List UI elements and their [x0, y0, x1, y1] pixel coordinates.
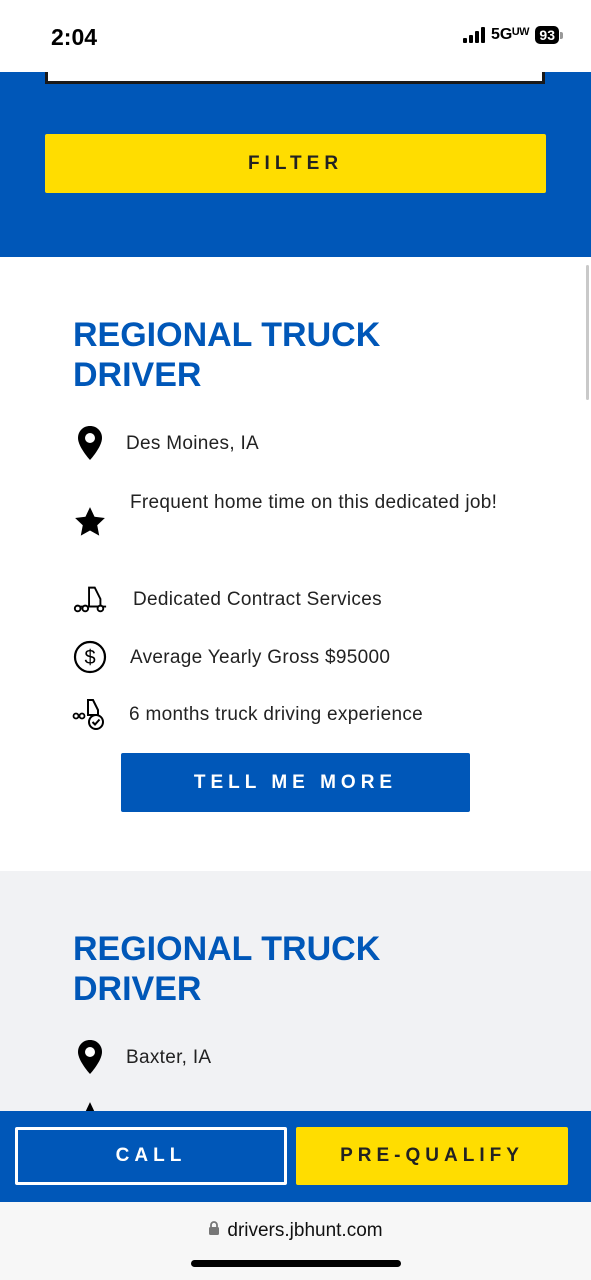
job-experience-row: 6 months truck driving experience	[72, 696, 423, 734]
job-card: REGIONAL TRUCK DRIVER Des Moines, IA Fre…	[0, 257, 591, 871]
status-bar: 2:04 5Gᵁᵂ 93	[0, 0, 591, 72]
status-time: 2:04	[51, 24, 98, 50]
tell-me-more-button[interactable]: TELL ME MORE	[121, 753, 470, 812]
star-icon	[72, 504, 108, 540]
job-location: Des Moines, IA	[126, 433, 260, 454]
lock-icon	[208, 1220, 220, 1242]
location-pin-icon	[72, 1039, 108, 1075]
browser-url-bar: drivers.jbhunt.com	[0, 1202, 591, 1280]
job-home-time-row: Frequent home time on this dedicated job…	[72, 484, 512, 540]
job-card: REGIONAL TRUCK DRIVER Baxter, IA	[0, 871, 591, 1131]
job-title[interactable]: REGIONAL TRUCK DRIVER	[73, 315, 493, 395]
dollar-icon: $	[72, 639, 108, 675]
filter-input[interactable]	[45, 72, 545, 84]
job-division-row: Dedicated Contract Services	[72, 581, 382, 619]
svg-text:$: $	[84, 647, 95, 669]
truck-check-icon	[72, 696, 108, 732]
bottom-action-bar: CALL PRE-QUALIFY	[0, 1111, 591, 1202]
call-button[interactable]: CALL	[15, 1127, 287, 1185]
job-home-time: Frequent home time on this dedicated job…	[130, 492, 498, 513]
pre-qualify-button[interactable]: PRE-QUALIFY	[296, 1127, 568, 1185]
location-pin-icon	[72, 425, 108, 461]
truck-icon	[72, 581, 108, 617]
job-title[interactable]: REGIONAL TRUCK DRIVER	[73, 929, 493, 1009]
status-icons: 5Gᵁᵂ 93	[462, 26, 563, 44]
job-location: Baxter, IA	[126, 1047, 212, 1068]
battery-level: 93	[535, 26, 559, 44]
page-scrollbar[interactable]	[586, 265, 589, 400]
url-text: drivers.jbhunt.com	[227, 1220, 383, 1241]
job-division: Dedicated Contract Services	[133, 589, 382, 610]
filter-button[interactable]: FILTER	[45, 134, 546, 193]
home-indicator[interactable]	[191, 1260, 401, 1267]
url-display[interactable]: drivers.jbhunt.com	[0, 1220, 591, 1242]
job-pay-row: $ Average Yearly Gross $95000	[72, 639, 390, 677]
job-location-row: Des Moines, IA	[72, 425, 259, 463]
job-location-row: Baxter, IA	[72, 1039, 211, 1077]
battery-icon: 93	[535, 26, 563, 44]
job-experience: 6 months truck driving experience	[129, 704, 423, 725]
network-label: 5Gᵁᵂ	[490, 26, 530, 43]
job-pay: Average Yearly Gross $95000	[130, 647, 391, 668]
signal-icon	[462, 27, 485, 43]
